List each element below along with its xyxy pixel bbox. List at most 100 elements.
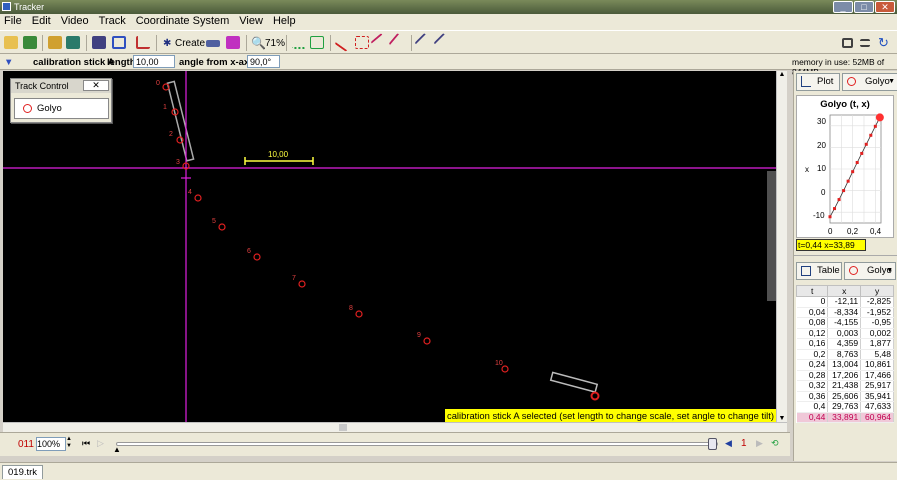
- table-cell-t[interactable]: 0,12: [796, 328, 829, 339]
- table-cell-t[interactable]: 0: [796, 296, 829, 308]
- clip-settings-icon[interactable]: [92, 36, 106, 49]
- track-list-icon[interactable]: [206, 40, 220, 47]
- track-markers[interactable]: [162, 83, 600, 401]
- table-cell-t[interactable]: 0,16: [796, 338, 829, 350]
- reset-icon[interactable]: ⏮: [82, 438, 90, 449]
- column-header-y[interactable]: y: [860, 285, 894, 297]
- table-cell-t[interactable]: 0,32: [796, 380, 829, 392]
- table-cell-y[interactable]: -2,825: [860, 296, 894, 308]
- track-control-close-button[interactable]: ✕: [83, 80, 109, 91]
- slider-thumb[interactable]: [708, 438, 717, 450]
- plot-track-dropdown-icon[interactable]: ▼: [888, 74, 895, 90]
- table-cell-t[interactable]: 0,24: [796, 359, 829, 371]
- maximize-button[interactable]: □: [854, 1, 874, 13]
- table-row[interactable]: 0,28 17,206 17,466: [796, 370, 894, 381]
- table-cell-x[interactable]: 8,763: [827, 349, 862, 360]
- zoom-icon[interactable]: 🔍: [251, 36, 266, 50]
- table-cell-x[interactable]: -12,11: [827, 296, 862, 308]
- plot-tab[interactable]: Plot: [796, 73, 840, 91]
- velocity-icon[interactable]: [370, 33, 390, 52]
- table-cell-x[interactable]: -8,334: [827, 307, 862, 318]
- table-cell-y[interactable]: -0,95: [860, 317, 894, 329]
- table-cell-y[interactable]: 60,964: [860, 412, 894, 423]
- table-cell-x[interactable]: 13,004: [827, 359, 862, 371]
- file-tab[interactable]: 019.trk: [2, 465, 44, 479]
- table-cell-y[interactable]: 10,861: [860, 359, 894, 371]
- table-cell-y[interactable]: 35,941: [860, 391, 894, 402]
- video-panel[interactable]: 10,00 0 1 2 3 4 5 6 7 8 9 10 calibration…: [3, 71, 776, 422]
- xmass-icon[interactable]: [414, 32, 434, 53]
- frame-counter[interactable]: 011: [18, 439, 34, 450]
- table-cell-t[interactable]: 0,28: [796, 370, 829, 381]
- play-icon[interactable]: ▷: [97, 438, 104, 449]
- menu-layout-icon[interactable]: [860, 39, 870, 47]
- plot-area[interactable]: Golyo (t, x) x 30 20 10 0 -10 0 0,2 0,4: [796, 95, 894, 238]
- table-row[interactable]: 0,16 4,359 1,877: [796, 338, 894, 350]
- loop-icon[interactable]: ⟲: [771, 438, 779, 449]
- table-cell-x[interactable]: 29,763: [827, 401, 862, 413]
- table-cell-t[interactable]: 0,2: [796, 349, 829, 360]
- scroll-down-arrow[interactable]: ▼: [777, 415, 787, 422]
- pane-divider[interactable]: [794, 255, 897, 258]
- table-cell-y[interactable]: 0,002: [860, 328, 894, 339]
- table-cell-x[interactable]: 0,003: [827, 328, 862, 339]
- table-cell-y[interactable]: 25,917: [860, 380, 894, 392]
- table-cell-x[interactable]: 21,438: [827, 380, 862, 392]
- column-header-t[interactable]: t: [795, 285, 829, 297]
- axes-icon[interactable]: [112, 36, 126, 49]
- scroll-up-arrow[interactable]: ▲: [777, 71, 787, 78]
- close-window-button[interactable]: ✕: [875, 1, 895, 13]
- table-cell-x[interactable]: -4,155: [827, 317, 862, 329]
- points-icon[interactable]: [355, 36, 369, 49]
- table-cell-x[interactable]: 33,891: [827, 412, 862, 423]
- table-cell-y[interactable]: 5,48: [860, 349, 894, 360]
- fullscreen-icon[interactable]: [842, 38, 853, 48]
- table-row[interactable]: 0,12 0,003 0,002: [796, 328, 894, 339]
- autotracker-icon[interactable]: [226, 36, 240, 49]
- step-back-icon[interactable]: ◀: [725, 438, 732, 449]
- minimize-button[interactable]: _: [833, 1, 853, 13]
- open-video-icon[interactable]: [48, 36, 62, 49]
- column-header-x[interactable]: x: [827, 285, 862, 297]
- table-cell-t[interactable]: 0,4: [796, 401, 829, 413]
- angle-field[interactable]: [247, 55, 280, 68]
- step-forward-icon[interactable]: ▶: [756, 438, 763, 449]
- plot-track-selector[interactable]: Golyo ▼: [842, 73, 897, 91]
- video-filter-icon[interactable]: [66, 36, 80, 49]
- menu-help[interactable]: Help: [273, 14, 296, 30]
- table-cell-y[interactable]: 17,466: [860, 370, 894, 381]
- table-row[interactable]: 0,04 -8,334 -1,952: [796, 307, 894, 318]
- table-cell-t[interactable]: 0,36: [796, 391, 829, 402]
- save-icon[interactable]: [23, 36, 37, 49]
- playback-slider[interactable]: [116, 442, 718, 446]
- golyo-track-button[interactable]: Golyo: [14, 98, 109, 119]
- rate-spinner[interactable]: ▲ ▼: [66, 436, 72, 450]
- refresh-icon[interactable]: ↻: [878, 35, 889, 51]
- video-vertical-scrollbar[interactable]: ▲ ▼: [776, 71, 787, 422]
- table-track-dropdown-icon[interactable]: ▼: [886, 263, 893, 279]
- trail-icon[interactable]: [292, 36, 306, 49]
- table-row[interactable]: 0,24 13,004 10,861: [796, 359, 894, 371]
- table-track-selector[interactable]: Golyo ▼: [844, 262, 896, 280]
- calibration-tool-icon[interactable]: [136, 36, 150, 49]
- length-field[interactable]: [133, 55, 175, 68]
- menu-track[interactable]: Track: [99, 14, 126, 30]
- path-icon[interactable]: [334, 33, 354, 52]
- hscroll-thumb[interactable]: [339, 424, 347, 431]
- playback-rate-field[interactable]: [36, 437, 66, 451]
- menu-file[interactable]: File: [4, 14, 22, 30]
- table-row[interactable]: 0,44 33,891 60,964: [796, 412, 894, 423]
- table-cell-y[interactable]: 47,633: [860, 401, 894, 413]
- table-cell-y[interactable]: 1,877: [860, 338, 894, 350]
- create-button[interactable]: Create: [175, 38, 205, 49]
- menu-video[interactable]: Video: [61, 14, 89, 30]
- menu-view[interactable]: View: [239, 14, 263, 30]
- table-row[interactable]: 0,36 25,606 35,941: [796, 391, 894, 402]
- zoom-level[interactable]: 71%: [265, 38, 285, 49]
- table-cell-x[interactable]: 17,206: [827, 370, 862, 381]
- table-row[interactable]: 0 -12,11 -2,825: [796, 296, 894, 308]
- label-icon[interactable]: [310, 36, 324, 49]
- acceleration-icon[interactable]: [388, 32, 408, 53]
- table-cell-t[interactable]: 0,04: [796, 307, 829, 318]
- calibration-dropdown-icon[interactable]: ▼: [4, 57, 13, 68]
